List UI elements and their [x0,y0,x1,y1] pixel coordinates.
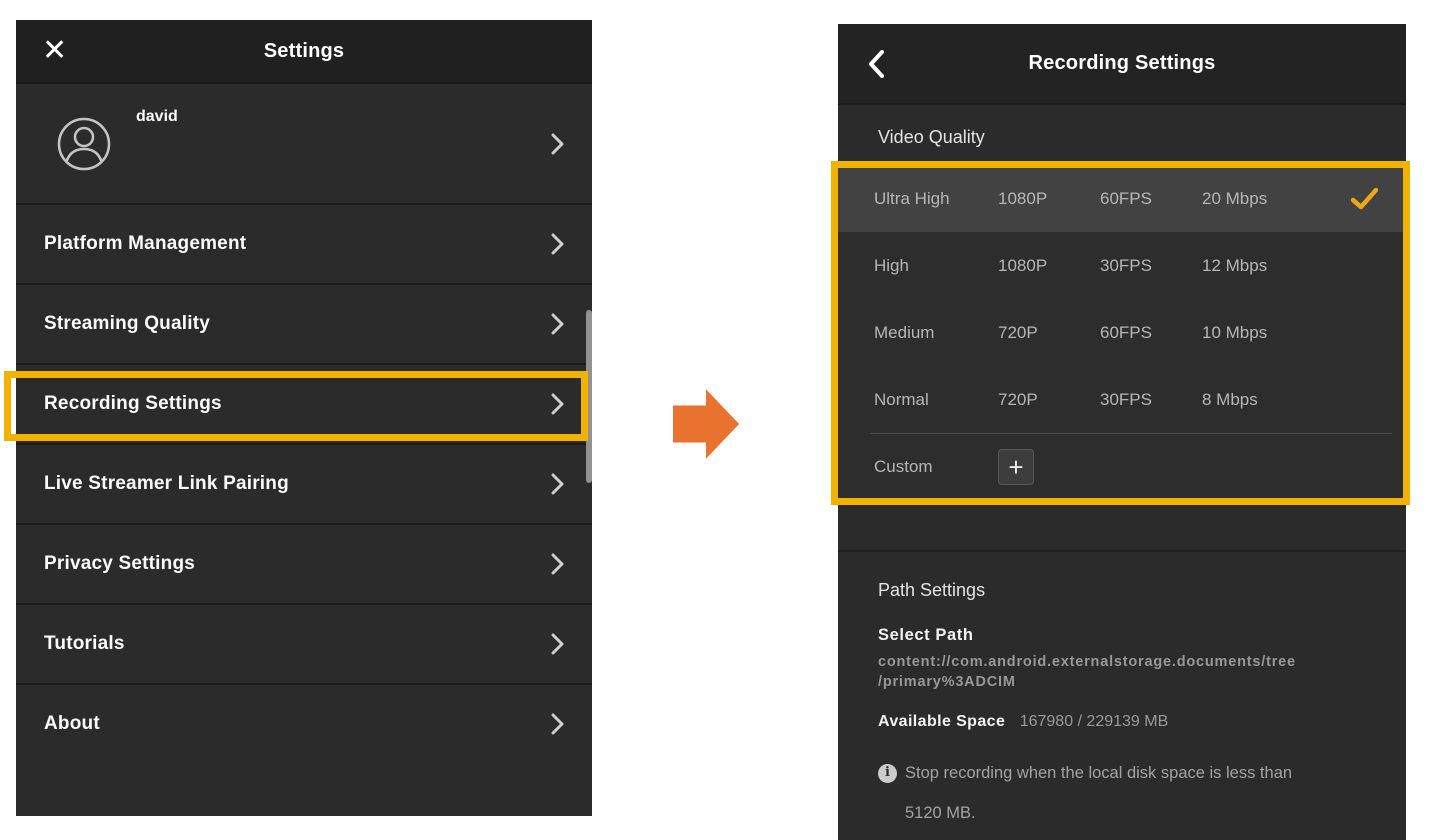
menu-item-tutorials[interactable]: Tutorials [16,603,592,683]
disk-space-warning-text2: 5120 MB. [905,801,976,825]
chevron-right-icon [551,393,564,415]
quality-resolution: 1080P [998,256,1100,276]
quality-fps: 30FPS [1100,390,1202,410]
storage-path-value: content://com.android.externalstorage.do… [878,652,1388,692]
menu-item-label: Tutorials [44,633,125,655]
quality-resolution: 720P [998,390,1100,410]
settings-screen: ✕ Settings david Platform Management Str… [16,20,592,816]
quality-fps: 30FPS [1100,256,1202,276]
available-space-value: 167980 / 229139 MB [1020,713,1169,730]
disk-space-warning: i Stop recording when the local disk spa… [878,761,1292,785]
close-icon[interactable]: ✕ [42,36,67,66]
chevron-right-icon [551,713,564,735]
path-settings-section-label: Path Settings [878,580,985,601]
select-path-button[interactable]: Select Path [878,626,974,645]
scrollbar[interactable] [586,310,592,483]
quality-name: Normal [874,390,998,410]
quality-row-high[interactable]: High 1080P 30FPS 12 Mbps [838,232,1406,299]
quality-fps: 60FPS [1100,189,1202,209]
recording-settings-screen: Recording Settings Video Quality Ultra H… [838,24,1406,840]
chevron-right-icon [551,473,564,495]
recording-settings-header: Recording Settings [838,24,1406,105]
quality-row-custom[interactable]: Custom + [838,433,1406,500]
menu-item-streaming-quality[interactable]: Streaming Quality [16,283,592,363]
quality-name: High [874,256,998,276]
menu-item-live-streamer-link-pairing[interactable]: Live Streamer Link Pairing [16,443,592,523]
quality-resolution: 720P [998,323,1100,343]
selected-check-icon [1351,187,1378,210]
add-custom-quality-button[interactable]: + [998,449,1034,485]
profile-name: david [136,108,178,126]
menu-item-label: Streaming Quality [44,313,210,335]
quality-row-normal[interactable]: Normal 720P 30FPS 8 Mbps [838,366,1406,433]
video-quality-section-label: Video Quality [878,127,985,148]
chevron-right-icon [551,133,564,155]
menu-item-label: About [44,713,100,735]
menu-item-label: Live Streamer Link Pairing [44,473,289,495]
profile-row[interactable]: david [16,82,592,203]
settings-header: ✕ Settings [16,20,592,82]
quality-row-medium[interactable]: Medium 720P 60FPS 10 Mbps [838,299,1406,366]
video-quality-table: Ultra High 1080P 60FPS 20 Mbps High 1080… [838,165,1406,500]
available-space-row: Available Space 167980 / 229139 MB [878,710,1168,734]
quality-bitrate: 20 Mbps [1202,189,1332,209]
disk-space-warning-text: Stop recording when the local disk space… [905,761,1292,785]
storage-path-line1: content://com.android.externalstorage.do… [878,654,1296,670]
back-icon[interactable] [868,50,884,78]
quality-name: Medium [874,323,998,343]
avatar-icon [56,116,112,172]
quality-name: Ultra High [874,189,998,209]
menu-item-platform-management[interactable]: Platform Management [16,203,592,283]
menu-item-label: Platform Management [44,233,246,255]
menu-item-recording-settings[interactable]: Recording Settings [16,363,592,443]
chevron-right-icon [551,313,564,335]
section-divider [838,550,1406,552]
available-space-label: Available Space [878,713,1005,730]
menu-item-label: Recording Settings [44,393,222,415]
chevron-right-icon [551,633,564,655]
quality-bitrate: 12 Mbps [1202,256,1332,276]
menu-item-about[interactable]: About [16,683,592,763]
recording-settings-title: Recording Settings [1029,52,1216,75]
quality-bitrate: 10 Mbps [1202,323,1332,343]
screenshot-canvas: ✕ Settings david Platform Management Str… [0,0,1443,840]
info-icon: i [878,764,897,783]
menu-item-privacy-settings[interactable]: Privacy Settings [16,523,592,603]
quality-resolution: 1080P [998,189,1100,209]
settings-title: Settings [264,40,345,63]
transition-arrow-icon [673,387,739,461]
quality-name: Custom [874,457,998,477]
quality-bitrate: 8 Mbps [1202,390,1332,410]
quality-row-ultra-high[interactable]: Ultra High 1080P 60FPS 20 Mbps [838,165,1406,232]
storage-path-line2: /primary%3ADCIM [878,674,1016,690]
quality-fps: 60FPS [1100,323,1202,343]
chevron-right-icon [551,553,564,575]
menu-item-label: Privacy Settings [44,553,195,575]
chevron-right-icon [551,233,564,255]
settings-menu: Platform Management Streaming Quality Re… [16,203,592,763]
